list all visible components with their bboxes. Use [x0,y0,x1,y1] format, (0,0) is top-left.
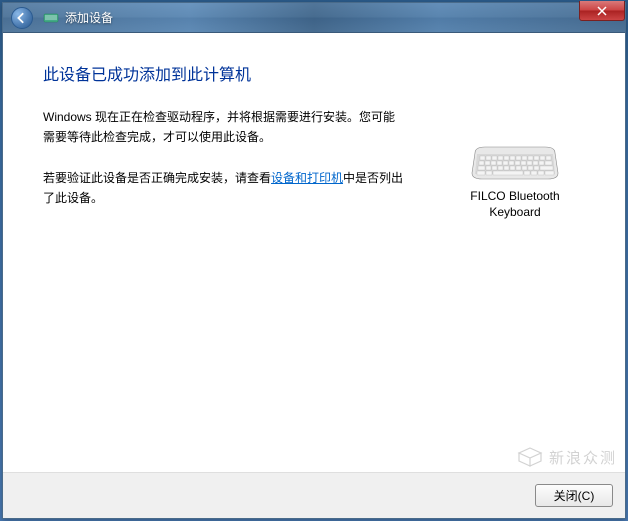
close-dialog-button[interactable]: 关闭(C) [535,484,613,507]
footer: 关闭(C) [3,472,625,518]
device-panel: FILCO Bluetooth Keyboard [445,61,585,452]
keyboard-icon [470,141,560,181]
devices-printers-link[interactable]: 设备和打印机 [271,171,343,185]
paragraph-1: Windows 现在正在检查驱动程序，并将根据需要进行安装。您可能需要等待此检查… [43,107,405,148]
device-name-line2: Keyboard [489,205,540,219]
heading: 此设备已成功添加到此计算机 [43,61,405,85]
paragraph-2-pre: 若要验证此设备是否正确完成安装，请查看 [43,171,271,185]
device-name: FILCO Bluetooth Keyboard [445,189,585,220]
dialog-window: 添加设备 此设备已成功添加到此计算机 Windows 现在正在检查驱动程序，并将… [2,2,626,519]
content-text: 此设备已成功添加到此计算机 Windows 现在正在检查驱动程序，并将根据需要进… [43,61,445,452]
paragraph-2: 若要验证此设备是否正确完成安装，请查看设备和打印机中是否列出了此设备。 [43,168,405,209]
back-button[interactable] [11,7,33,29]
close-dialog-label: 关闭(C) [554,487,595,504]
device-name-line1: FILCO Bluetooth [470,189,559,203]
close-button[interactable] [579,1,625,21]
back-arrow-icon [16,12,28,24]
titlebar: 添加设备 [3,3,625,33]
content-area: 此设备已成功添加到此计算机 Windows 现在正在检查驱动程序，并将根据需要进… [3,33,625,472]
close-icon [597,6,607,16]
window-title: 添加设备 [65,9,113,26]
add-device-icon [43,10,59,26]
